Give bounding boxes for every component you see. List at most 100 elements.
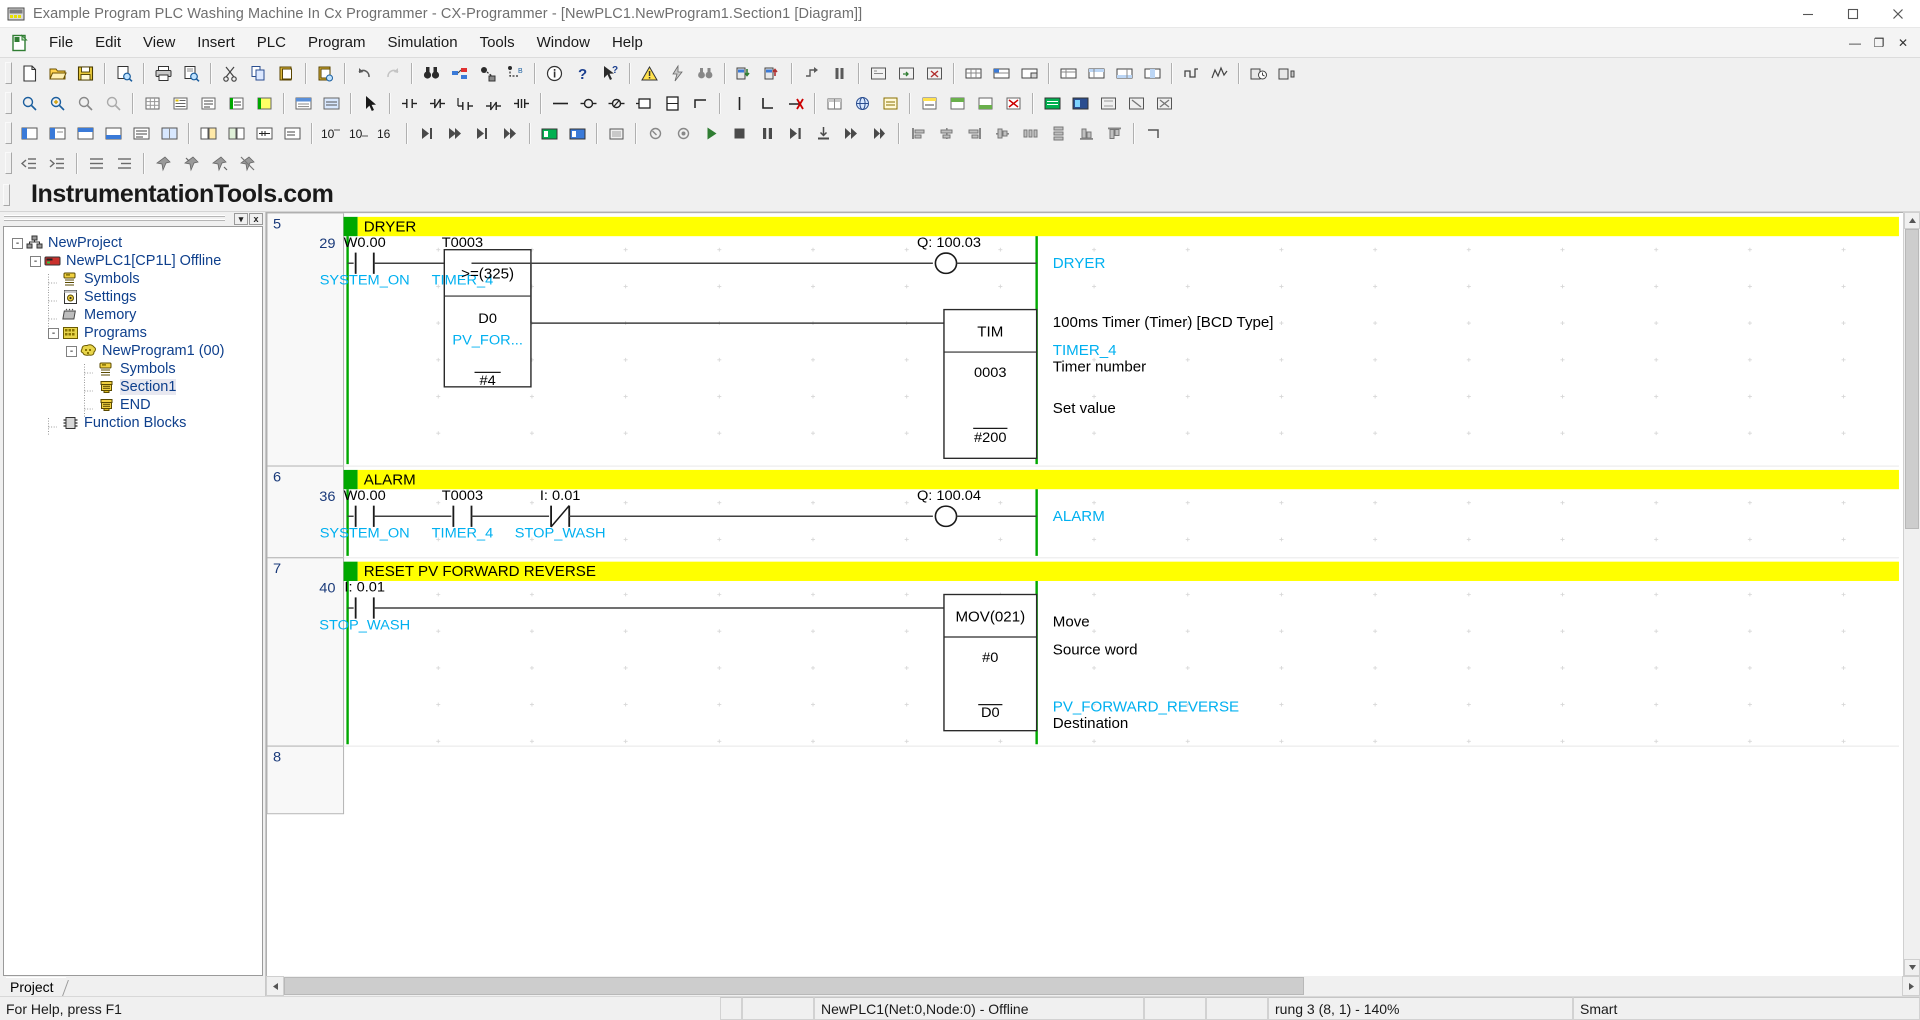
symbol-list-icon[interactable]	[167, 91, 193, 116]
grid-icon[interactable]	[139, 91, 165, 116]
copy-icon[interactable]	[245, 61, 271, 86]
memory-view-icon[interactable]	[960, 61, 986, 86]
mdi-close-icon[interactable]: ✕	[1892, 33, 1914, 53]
insert-rung-below-icon[interactable]	[972, 91, 998, 116]
rung-comment-icon[interactable]	[223, 91, 249, 116]
instruction-box-icon[interactable]	[631, 91, 657, 116]
page-magnifier-icon[interactable]	[111, 61, 137, 86]
decimal-10-icon[interactable]: 10	[318, 121, 344, 146]
open-folder-icon[interactable]	[44, 61, 70, 86]
tree-item-programs[interactable]: - Programs	[4, 324, 262, 342]
indent-decrease-icon[interactable]	[16, 151, 42, 176]
arrow-cursor-icon[interactable]	[357, 91, 383, 116]
clipboard-paste-icon[interactable]	[273, 61, 299, 86]
symbol-table-icon[interactable]	[821, 91, 847, 116]
ladder-svg-canvas[interactable]: 529DRYERW0.00SYSTEM_ONT0003TIMER_4>=(325…	[267, 213, 1903, 976]
show-output-icon[interactable]	[128, 121, 154, 146]
zoom-in-icon[interactable]	[44, 91, 70, 116]
error-search-icon[interactable]	[692, 61, 718, 86]
tree-item-symbols[interactable]: ​ Symbols	[4, 360, 262, 382]
bar-icon[interactable]	[251, 91, 277, 116]
menu-help[interactable]: Help	[601, 29, 654, 56]
zoom-fit-icon[interactable]	[100, 91, 126, 116]
local-symbols-icon[interactable]	[877, 91, 903, 116]
indent-increase-icon[interactable]	[44, 151, 70, 176]
download-plc-icon[interactable]	[731, 61, 757, 86]
force-off-icon[interactable]	[1123, 91, 1149, 116]
compare-section-icon[interactable]	[223, 121, 249, 146]
tree-expander-icon[interactable]: -	[48, 327, 59, 339]
toolbar-grip[interactable]	[5, 62, 12, 84]
corner-tool-icon[interactable]	[1140, 121, 1166, 146]
plc-settings-icon[interactable]	[1273, 61, 1299, 86]
jump-to-icon[interactable]	[474, 61, 500, 86]
project-tree[interactable]: -NewProject-NewPLC1[CP1L] Offline​Symbol…	[3, 226, 263, 976]
rung-comment-bar[interactable]	[357, 469, 1899, 490]
show-watch-icon[interactable]	[156, 121, 182, 146]
binoculars-icon[interactable]	[418, 61, 444, 86]
horizontal-scrollbar[interactable]	[266, 976, 1920, 996]
compare-program-icon[interactable]	[195, 121, 221, 146]
panel-gripper[interactable]	[4, 215, 225, 223]
scroll-left-arrow-icon[interactable]	[266, 976, 284, 996]
contact-no-icon[interactable]	[396, 91, 422, 116]
tree-item-end[interactable]: END	[4, 396, 262, 418]
hex-16-icon[interactable]: 16	[374, 121, 400, 146]
printer-icon[interactable]	[150, 61, 176, 86]
tree-item-symbols[interactable]: ​ Symbols	[4, 270, 262, 292]
help-pointer-icon[interactable]: ?	[597, 61, 623, 86]
question-mark-icon[interactable]: ?	[569, 61, 595, 86]
jump-prev-icon[interactable]	[441, 121, 467, 146]
pin-add-icon[interactable]	[206, 151, 232, 176]
jump-first-icon[interactable]	[413, 121, 439, 146]
close-panel-icon[interactable]: x	[249, 213, 263, 225]
upload-plc-icon[interactable]	[759, 61, 785, 86]
memory-transfer-icon[interactable]	[1016, 61, 1042, 86]
tree-item-newplc1-cp1l-offline[interactable]: - NewPLC1[CP1L] Offline	[4, 252, 262, 270]
monitor-display-icon[interactable]	[318, 91, 344, 116]
tree-item-section1[interactable]: Section1	[4, 378, 262, 400]
tab-project[interactable]: Project	[6, 977, 66, 996]
tree-item-settings[interactable]: Settings	[4, 288, 262, 310]
sim-scan-icon[interactable]	[866, 121, 892, 146]
contact-ud-icon[interactable]	[508, 91, 534, 116]
tree-expander-icon[interactable]: -	[12, 237, 23, 249]
output-coil[interactable]	[934, 252, 958, 275]
corner-line-icon[interactable]	[754, 91, 780, 116]
vertical-instruction-icon[interactable]	[659, 91, 685, 116]
coil-nc-icon[interactable]	[603, 91, 629, 116]
watch-window-c-icon[interactable]	[1111, 61, 1137, 86]
menu-edit[interactable]: Edit	[84, 29, 132, 56]
floppy-save-icon[interactable]	[72, 61, 98, 86]
output-coil[interactable]	[934, 505, 958, 528]
sim-monitor-mode-icon[interactable]	[670, 121, 696, 146]
menu-view[interactable]: View	[132, 29, 186, 56]
vertical-scroll-thumb[interactable]	[1905, 229, 1919, 529]
show-program-icon[interactable]	[16, 121, 42, 146]
menu-file[interactable]: File	[38, 29, 84, 56]
online-cancel-icon[interactable]	[921, 61, 947, 86]
work-online-icon[interactable]	[536, 121, 562, 146]
sim-stop-icon[interactable]	[726, 121, 752, 146]
mnemonic-view-icon[interactable]	[1039, 91, 1065, 116]
vertical-scroll-track[interactable]	[1904, 229, 1920, 959]
horizontal-line-icon[interactable]	[547, 91, 573, 116]
cross-reference-icon[interactable]: B	[502, 61, 528, 86]
show-symbol-icon[interactable]	[72, 121, 98, 146]
memory-edit-icon[interactable]	[988, 61, 1014, 86]
vertical-scrollbar[interactable]	[1903, 212, 1920, 976]
toolbar-grip[interactable]	[5, 152, 12, 174]
tree-item-memory[interactable]: Memory	[4, 306, 262, 328]
global-symbols-icon[interactable]	[849, 91, 875, 116]
pause-icon[interactable]	[826, 61, 852, 86]
toolbar-grip[interactable]	[3, 183, 10, 206]
differential-monitor-icon[interactable]	[1178, 61, 1204, 86]
coil-icon[interactable]	[575, 91, 601, 116]
delete-rung-icon[interactable]	[1000, 91, 1026, 116]
insert-rung-above-icon[interactable]	[944, 91, 970, 116]
horizontal-scroll-track[interactable]	[284, 976, 1902, 996]
menu-program[interactable]: Program	[297, 29, 377, 56]
view-ladder-icon[interactable]	[251, 121, 277, 146]
sim-stop-mode-icon[interactable]	[642, 121, 668, 146]
inline-instruction-icon[interactable]	[687, 91, 713, 116]
